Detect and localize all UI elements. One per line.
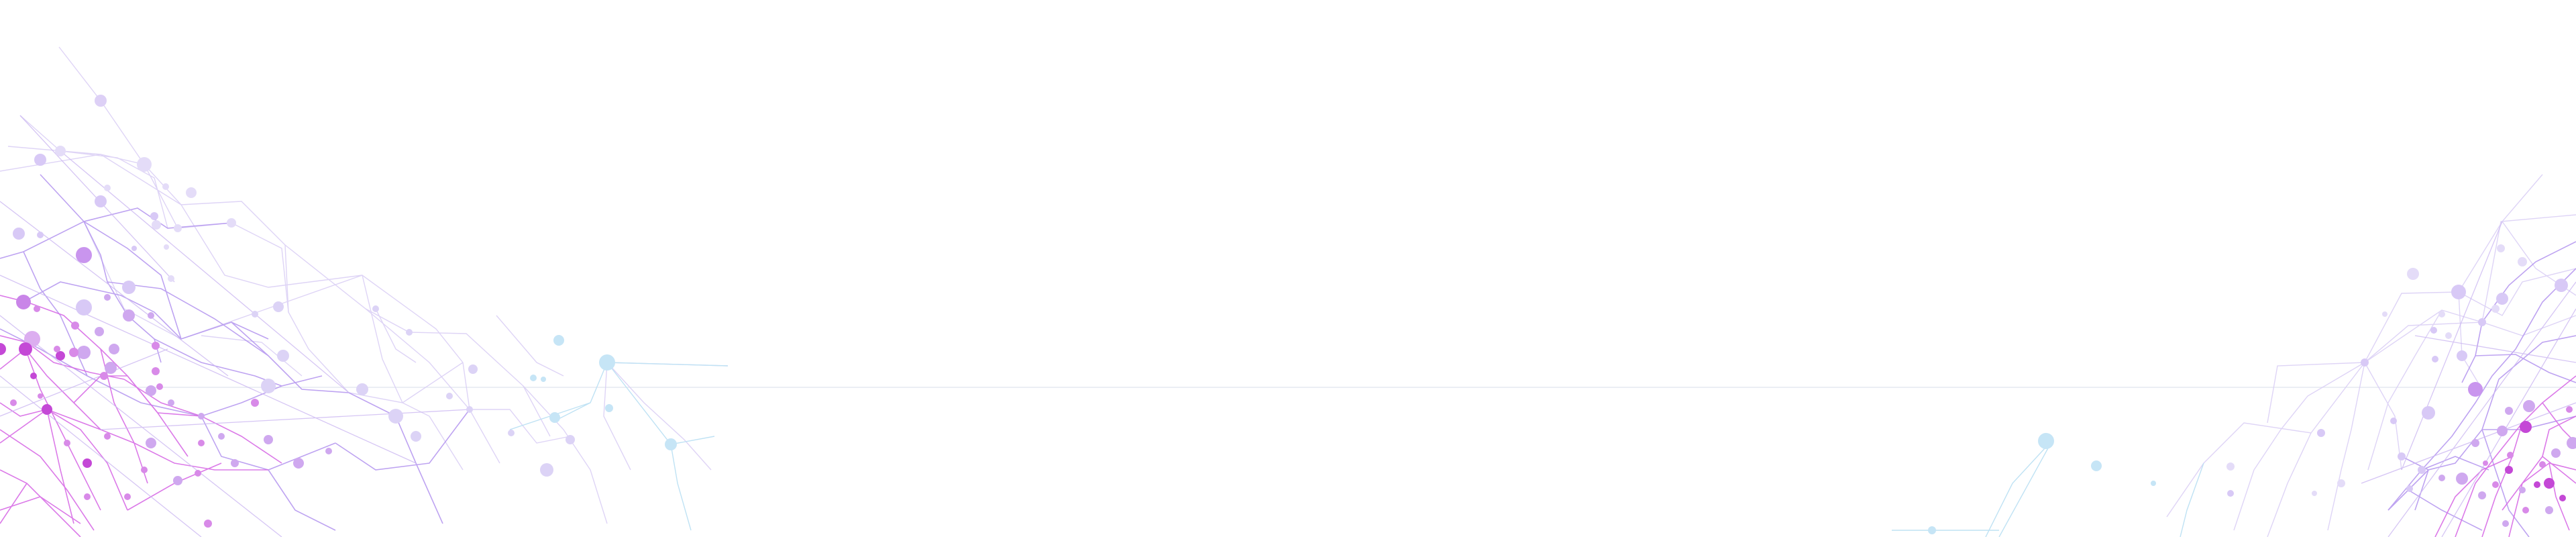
- left-network-nodes: [0, 95, 677, 528]
- hero-background: [0, 0, 2576, 537]
- right-network-nodes: [1928, 244, 2576, 534]
- left-network-cluster: [0, 46, 729, 537]
- network-illustration: [0, 46, 2576, 537]
- right-network-cluster: [1892, 174, 2576, 537]
